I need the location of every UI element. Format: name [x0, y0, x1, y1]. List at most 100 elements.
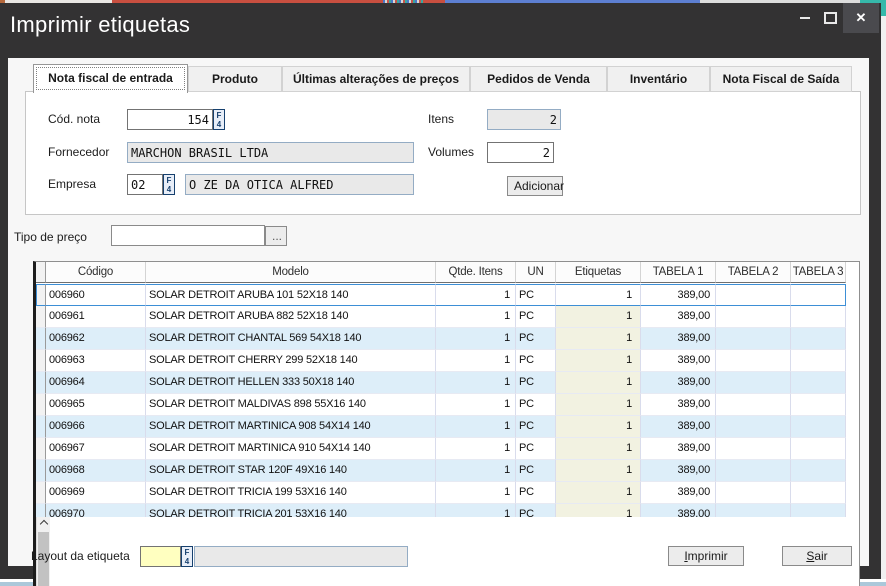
- cell[interactable]: 006962: [46, 328, 146, 350]
- table-row[interactable]: 006970SOLAR DETROIT TRICIA 201 53X16 140…: [36, 504, 846, 517]
- scroll-up-button[interactable]: [37, 517, 50, 531]
- cell[interactable]: 1: [556, 350, 641, 372]
- cell[interactable]: 1: [436, 328, 516, 350]
- table-row[interactable]: 006968SOLAR DETROIT STAR 120F 49X16 140 1…: [36, 460, 846, 482]
- cell[interactable]: 006961: [46, 306, 146, 328]
- table-row[interactable]: 006962SOLAR DETROIT CHANTAL 569 54X18 14…: [36, 328, 846, 350]
- cell[interactable]: 006966: [46, 416, 146, 438]
- cell[interactable]: [791, 416, 846, 438]
- cell[interactable]: 389,00: [641, 350, 716, 372]
- column-header[interactable]: TABELA 1: [641, 262, 716, 283]
- table-row[interactable]: 006965SOLAR DETROIT MALDIVAS 898 55X16 1…: [36, 394, 846, 416]
- column-header[interactable]: Etiquetas: [556, 262, 641, 283]
- tab-ultimas-alteracoes-de-precos[interactable]: Últimas alterações de preços: [282, 66, 470, 92]
- cell[interactable]: 1: [436, 416, 516, 438]
- cell[interactable]: 1: [436, 372, 516, 394]
- row-selector[interactable]: [36, 372, 46, 394]
- cod-nota-f4-lookup-button[interactable]: F 4: [213, 109, 225, 130]
- column-header[interactable]: Modelo: [146, 262, 436, 283]
- row-selector[interactable]: [36, 328, 46, 350]
- cell[interactable]: 006963: [46, 350, 146, 372]
- cell[interactable]: 1: [556, 482, 641, 504]
- cell[interactable]: 1: [436, 394, 516, 416]
- cell[interactable]: 1: [436, 438, 516, 460]
- cell[interactable]: SOLAR DETROIT STAR 120F 49X16 140: [146, 460, 436, 482]
- cell[interactable]: 1: [556, 438, 641, 460]
- cell[interactable]: 1: [556, 460, 641, 482]
- cell[interactable]: 1: [436, 350, 516, 372]
- close-button[interactable]: ✕: [843, 3, 879, 33]
- column-header[interactable]: Qtde. Itens: [436, 262, 516, 283]
- cell[interactable]: [791, 482, 846, 504]
- cell[interactable]: 006968: [46, 460, 146, 482]
- table-row[interactable]: 006963SOLAR DETROIT CHERRY 299 52X18 140…: [36, 350, 846, 372]
- cell[interactable]: SOLAR DETROIT MARTINICA 908 54X14 140: [146, 416, 436, 438]
- cell[interactable]: [716, 306, 791, 328]
- empresa-code-input[interactable]: [127, 174, 163, 195]
- cell[interactable]: 006969: [46, 482, 146, 504]
- sair-button[interactable]: Sair: [782, 546, 852, 566]
- cell[interactable]: 389,00: [641, 460, 716, 482]
- cell[interactable]: [716, 438, 791, 460]
- cell[interactable]: PC: [516, 416, 556, 438]
- cell[interactable]: [791, 372, 846, 394]
- cell[interactable]: SOLAR DETROIT ARUBA 882 52X18 140: [146, 306, 436, 328]
- volumes-input[interactable]: [487, 142, 554, 163]
- row-selector[interactable]: [36, 394, 46, 416]
- column-header[interactable]: Código: [46, 262, 146, 283]
- column-header[interactable]: TABELA 2: [716, 262, 791, 283]
- cell[interactable]: 389,00: [641, 482, 716, 504]
- cell[interactable]: 1: [556, 284, 641, 306]
- cell[interactable]: 1: [436, 504, 516, 517]
- tipo-de-preco-browse-button[interactable]: ...: [265, 226, 287, 246]
- cell[interactable]: 1: [436, 284, 516, 306]
- cell[interactable]: 006964: [46, 372, 146, 394]
- cell[interactable]: SOLAR DETROIT CHERRY 299 52X18 140: [146, 350, 436, 372]
- cell[interactable]: 006967: [46, 438, 146, 460]
- cell[interactable]: 1: [556, 394, 641, 416]
- cell[interactable]: SOLAR DETROIT TRICIA 199 53X16 140: [146, 482, 436, 504]
- table-row[interactable]: 006961SOLAR DETROIT ARUBA 882 52X18 1401…: [36, 306, 846, 328]
- table-row[interactable]: 006964SOLAR DETROIT HELLEN 333 50X18 140…: [36, 372, 846, 394]
- row-selector[interactable]: [36, 482, 46, 504]
- cell[interactable]: 389,00: [641, 306, 716, 328]
- cell[interactable]: PC: [516, 504, 556, 517]
- cell[interactable]: SOLAR DETROIT HELLEN 333 50X18 140: [146, 372, 436, 394]
- cell[interactable]: [791, 328, 846, 350]
- layout-code-input[interactable]: [140, 546, 181, 567]
- cell[interactable]: 389,00: [641, 284, 716, 306]
- cell[interactable]: 389,00: [641, 372, 716, 394]
- cell[interactable]: SOLAR DETROIT TRICIA 201 53X16 140: [146, 504, 436, 517]
- cell[interactable]: [791, 284, 846, 306]
- table-row[interactable]: 006969SOLAR DETROIT TRICIA 199 53X16 140…: [36, 482, 846, 504]
- titlebar[interactable]: Imprimir etiquetas ✕: [0, 3, 881, 55]
- tipo-de-preco-input[interactable]: [111, 225, 265, 246]
- cell[interactable]: 389,00: [641, 504, 716, 517]
- cell[interactable]: [716, 328, 791, 350]
- cell[interactable]: PC: [516, 460, 556, 482]
- empresa-f4-lookup-button[interactable]: F 4: [163, 174, 175, 195]
- table-row[interactable]: 006960SOLAR DETROIT ARUBA 101 52X18 1401…: [36, 284, 846, 306]
- cell[interactable]: [716, 504, 791, 517]
- row-selector[interactable]: [36, 416, 46, 438]
- cell[interactable]: SOLAR DETROIT MALDIVAS 898 55X16 140: [146, 394, 436, 416]
- tab-nota-fiscal-de-saida[interactable]: Nota Fiscal de Saída: [710, 66, 852, 92]
- cell[interactable]: 1: [556, 306, 641, 328]
- row-selector[interactable]: [36, 284, 46, 306]
- cell[interactable]: 1: [436, 306, 516, 328]
- row-selector[interactable]: [36, 460, 46, 482]
- cell[interactable]: PC: [516, 372, 556, 394]
- cell[interactable]: [716, 350, 791, 372]
- cell[interactable]: SOLAR DETROIT CHANTAL 569 54X18 140: [146, 328, 436, 350]
- tab-inventario[interactable]: Inventário: [607, 66, 710, 92]
- row-selector[interactable]: [36, 504, 46, 517]
- column-header[interactable]: TABELA 3: [791, 262, 846, 283]
- cell[interactable]: 389,00: [641, 328, 716, 350]
- cell[interactable]: PC: [516, 394, 556, 416]
- cell[interactable]: 389,00: [641, 394, 716, 416]
- cell[interactable]: [716, 482, 791, 504]
- cell[interactable]: 006970: [46, 504, 146, 517]
- column-header[interactable]: UN: [516, 262, 556, 283]
- cell[interactable]: 006965: [46, 394, 146, 416]
- cell[interactable]: PC: [516, 350, 556, 372]
